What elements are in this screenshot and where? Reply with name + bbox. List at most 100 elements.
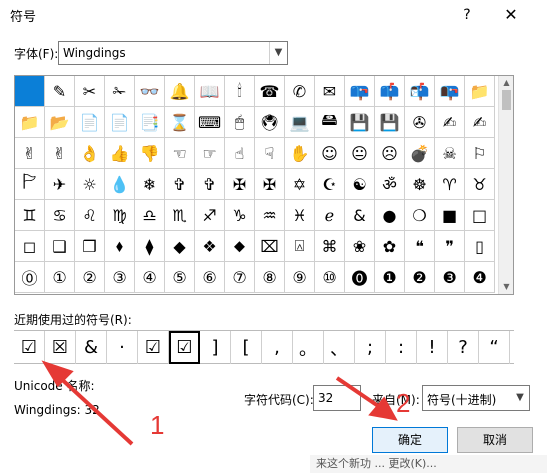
symbol-cell[interactable]: ✂ bbox=[75, 76, 105, 107]
symbol-cell[interactable]: ♒ bbox=[255, 200, 285, 231]
symbol-cell[interactable]: ⑩ bbox=[315, 262, 345, 293]
symbol-cell[interactable]: ☪ bbox=[315, 169, 345, 200]
recent-symbol-cell[interactable]: ! bbox=[417, 331, 448, 364]
symbol-cell[interactable]: ✿ bbox=[375, 231, 405, 262]
symbol-cell[interactable]: 📂 bbox=[45, 107, 75, 138]
symbol-cell[interactable]: 💾 bbox=[375, 107, 405, 138]
recent-symbol-cell[interactable]: : bbox=[386, 331, 417, 364]
symbol-cell[interactable]: 👍 bbox=[105, 138, 135, 169]
recent-symbol-cell[interactable]: ☑ bbox=[169, 331, 200, 364]
recent-symbol-cell[interactable]: ☑ bbox=[138, 331, 169, 364]
symbol-cell[interactable]: ▯ bbox=[465, 231, 495, 262]
symbol-cell[interactable]: ♉ bbox=[465, 169, 495, 200]
symbol-cell[interactable]: 💣 bbox=[405, 138, 435, 169]
symbol-cell[interactable]: ✞ bbox=[195, 169, 225, 200]
chevron-down-icon[interactable]: ▼ bbox=[269, 42, 287, 64]
symbol-cell[interactable]: 📬 bbox=[405, 76, 435, 107]
symbol-cell[interactable]: ❑ bbox=[45, 231, 75, 262]
recent-symbol-cell[interactable]: 、 bbox=[324, 331, 355, 364]
symbol-cell[interactable]: ⌨ bbox=[195, 107, 225, 138]
symbol-cell[interactable]: ✍ bbox=[465, 107, 495, 138]
symbol-cell[interactable]: ❍ bbox=[405, 200, 435, 231]
symbol-cell[interactable]: ⌛ bbox=[165, 107, 195, 138]
symbol-cell[interactable]: ♍ bbox=[105, 200, 135, 231]
symbol-cell[interactable]: ☎ bbox=[255, 76, 285, 107]
scroll-down-icon[interactable]: ▼ bbox=[501, 282, 512, 292]
symbol-cell[interactable]: 👌 bbox=[75, 138, 105, 169]
symbol-cell[interactable]: ☠ bbox=[435, 138, 465, 169]
symbol-cell[interactable]: ❄ bbox=[135, 169, 165, 200]
symbol-cell[interactable]: ॐ bbox=[375, 169, 405, 200]
symbol-cell[interactable]: 🖲 bbox=[255, 107, 285, 138]
symbol-cell[interactable]: ✉ bbox=[315, 76, 345, 107]
symbol-cell[interactable]: ❶ bbox=[375, 262, 405, 293]
symbol-cell[interactable]: 📑 bbox=[135, 107, 165, 138]
symbol-cell[interactable]: 📁 bbox=[465, 76, 495, 107]
symbol-cell[interactable]: 🏱 bbox=[15, 169, 45, 200]
symbol-cell[interactable]: ✞ bbox=[165, 169, 195, 200]
symbol-cell[interactable]: ♊ bbox=[15, 200, 45, 231]
symbol-cell[interactable]: ⬥ bbox=[225, 231, 255, 262]
symbol-cell[interactable]: 📪 bbox=[345, 76, 375, 107]
symbol-cell[interactable]: ✆ bbox=[285, 76, 315, 107]
symbol-cell[interactable]: ☺ bbox=[315, 138, 345, 169]
symbol-cell[interactable]: 💾 bbox=[345, 107, 375, 138]
scroll-up-icon[interactable]: ▲ bbox=[501, 78, 512, 88]
symbol-cell[interactable]: 👓 bbox=[135, 76, 165, 107]
scroll-thumb[interactable] bbox=[502, 90, 511, 110]
symbol-cell[interactable]: ☞ bbox=[195, 138, 225, 169]
symbol-cell[interactable]: ✍ bbox=[435, 107, 465, 138]
symbol-cell[interactable]: ④ bbox=[135, 262, 165, 293]
symbol-cell[interactable]: 😐 bbox=[345, 138, 375, 169]
symbol-cell[interactable]: ♈ bbox=[435, 169, 465, 200]
symbol-cell[interactable]: ◆ bbox=[165, 231, 195, 262]
ok-button[interactable]: 确定 bbox=[372, 427, 448, 453]
symbol-cell[interactable]: ⌧ bbox=[255, 231, 285, 262]
symbol-cell[interactable]: ② bbox=[75, 262, 105, 293]
symbol-cell[interactable]: ◻ bbox=[15, 231, 45, 262]
symbol-cell[interactable]: □ bbox=[465, 200, 495, 231]
symbol-cell[interactable]: ☜ bbox=[165, 138, 195, 169]
symbol-cell[interactable]: 🖴 bbox=[315, 107, 345, 138]
chevron-down-icon[interactable]: ▼ bbox=[511, 386, 529, 410]
symbol-cell[interactable]: ⧫ bbox=[135, 231, 165, 262]
symbol-cell[interactable]: & bbox=[345, 200, 375, 231]
symbol-cell[interactable]: ☟ bbox=[255, 138, 285, 169]
symbol-cell[interactable]: ♋ bbox=[45, 200, 75, 231]
cancel-button[interactable]: 取消 bbox=[457, 427, 533, 453]
symbol-cell[interactable]: ⑦ bbox=[225, 262, 255, 293]
symbol-cell[interactable]: ✈ bbox=[45, 169, 75, 200]
recent-symbol-cell[interactable]: , bbox=[262, 331, 293, 364]
symbol-cell[interactable]: ☝ bbox=[225, 138, 255, 169]
symbol-cell[interactable]: ⑥ bbox=[195, 262, 225, 293]
help-icon[interactable]: ? bbox=[456, 4, 478, 26]
symbol-cell[interactable]: ⑧ bbox=[255, 262, 285, 293]
symbol-cell[interactable]: ⑨ bbox=[285, 262, 315, 293]
char-code-input[interactable]: 32 bbox=[313, 385, 361, 411]
symbol-cell[interactable]: 💧 bbox=[105, 169, 135, 200]
recent-symbol-cell[interactable]: ; bbox=[355, 331, 386, 364]
symbol-cell[interactable]: ✡ bbox=[285, 169, 315, 200]
symbol-cell[interactable]: 📄 bbox=[75, 107, 105, 138]
recent-symbol-cell[interactable]: ? bbox=[448, 331, 479, 364]
symbol-cell[interactable]: 📄 bbox=[105, 107, 135, 138]
symbol-cell[interactable]: ❝ bbox=[405, 231, 435, 262]
symbol-cell[interactable]: ❖ bbox=[195, 231, 225, 262]
recent-symbol-cell[interactable]: ☒ bbox=[45, 331, 76, 364]
symbol-cell[interactable]: ❹ bbox=[465, 262, 495, 293]
symbol-cell[interactable]: ♌ bbox=[75, 200, 105, 231]
recent-symbol-cell[interactable]: ] bbox=[200, 331, 231, 364]
font-dropdown[interactable]: Wingdings ▼ bbox=[58, 41, 288, 65]
symbol-cell[interactable]: ● bbox=[375, 200, 405, 231]
symbol-cell[interactable]: 📖 bbox=[195, 76, 225, 107]
symbol-cell[interactable]: ⓪ bbox=[15, 262, 45, 293]
symbol-cell[interactable]: ⚐ bbox=[465, 138, 495, 169]
symbol-cell[interactable]: ❒ bbox=[75, 231, 105, 262]
symbol-cell[interactable]: ⬧ bbox=[105, 231, 135, 262]
symbol-cell[interactable]: ♏ bbox=[165, 200, 195, 231]
symbol-cell[interactable]: ☼ bbox=[75, 169, 105, 200]
symbol-cell[interactable] bbox=[15, 76, 45, 107]
vertical-scrollbar[interactable]: ▲ ▼ bbox=[498, 76, 513, 294]
symbol-cell[interactable]: 📁 bbox=[15, 107, 45, 138]
symbol-cell[interactable]: ♓ bbox=[285, 200, 315, 231]
